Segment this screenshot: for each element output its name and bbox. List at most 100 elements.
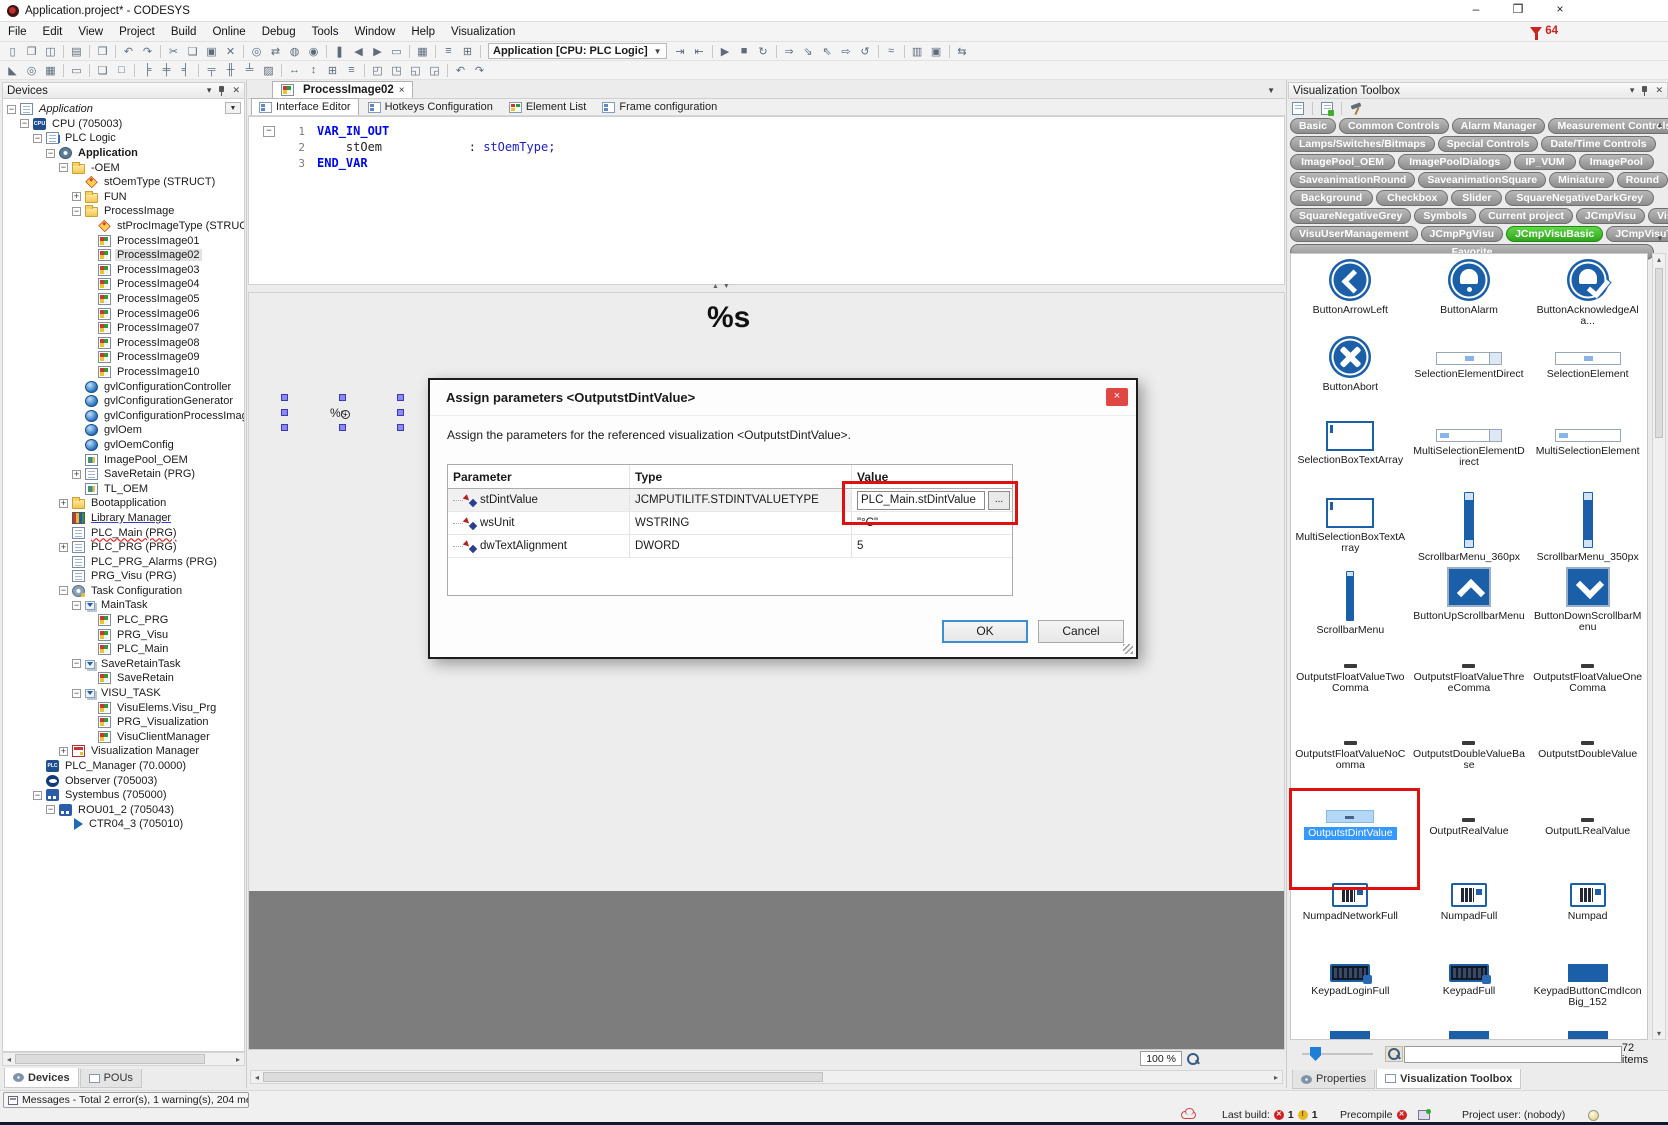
category-checkbox[interactable]: Checkbox bbox=[1376, 190, 1448, 206]
tree-item-observer-705003[interactable]: −Observer (705003) bbox=[3, 773, 244, 788]
tree-item-task-configuration[interactable]: −Task Configuration bbox=[3, 584, 244, 599]
scroll-left-icon[interactable]: ◂ bbox=[251, 1073, 263, 1082]
tree-item-processimage03[interactable]: −ProcessImage03 bbox=[3, 263, 244, 278]
scroll-right-icon[interactable]: ▸ bbox=[1270, 1073, 1282, 1082]
resize-handle[interactable] bbox=[281, 394, 288, 401]
project-settings-icon[interactable]: ❒ bbox=[93, 43, 112, 59]
tree-item-imagepool-oem[interactable]: −ImagePool_OEM bbox=[3, 452, 244, 467]
reset-icon[interactable]: ↺ bbox=[856, 43, 875, 59]
build-icon[interactable]: ▦ bbox=[413, 43, 432, 59]
start-icon[interactable]: ▶ bbox=[716, 43, 735, 59]
messages-summary[interactable]: Messages - Total 2 error(s), 1 warning(s… bbox=[3, 1092, 249, 1108]
tree-item-bootapplication[interactable]: +Bootapplication bbox=[3, 496, 244, 511]
tree-item-visuclientmanager[interactable]: −VisuClientManager bbox=[3, 730, 244, 745]
menu-tools[interactable]: Tools bbox=[304, 24, 347, 40]
spacing-horizontal-icon[interactable]: ↔ bbox=[285, 62, 304, 78]
bookmark-toggle-icon[interactable]: ❚ bbox=[330, 43, 349, 59]
save-project-icon[interactable]: ◫ bbox=[41, 43, 60, 59]
align-left-icon[interactable]: ╞ bbox=[138, 62, 157, 78]
scroll-left-icon[interactable]: ◂ bbox=[3, 1055, 15, 1064]
grid-settings-icon[interactable]: ⊞ bbox=[323, 62, 342, 78]
tree-filter-dropdown[interactable]: ▼ bbox=[225, 102, 241, 114]
resize-handle[interactable] bbox=[339, 394, 346, 401]
tree-item-plc-logic[interactable]: −PLC Logic bbox=[3, 131, 244, 146]
delete-icon[interactable]: ✕ bbox=[221, 43, 240, 59]
canvas-zoom-value[interactable]: 100 % bbox=[1140, 1051, 1182, 1066]
toolbox-item-scrollbarmenu-360px[interactable]: ScrollbarMenu_360px bbox=[1410, 485, 1529, 562]
category-imagepool-oem[interactable]: ImagePool_OEM bbox=[1290, 154, 1395, 170]
rotate-left-icon[interactable]: ↶ bbox=[451, 62, 470, 78]
tree-item-rou01-2-705043[interactable]: −ROU01_2 (705043) bbox=[3, 803, 244, 818]
bring-to-front-icon[interactable]: ◱ bbox=[406, 62, 425, 78]
panel-divider[interactable] bbox=[246, 80, 247, 1088]
scroll-up-icon[interactable]: ▴ bbox=[1653, 255, 1665, 264]
toolbox-item[interactable] bbox=[1291, 1024, 1410, 1040]
force-values-icon[interactable]: ≈ bbox=[882, 43, 901, 59]
category-ip-vum[interactable]: IP_VUM bbox=[1514, 154, 1575, 170]
tree-item-processimage01[interactable]: −ProcessImage01 bbox=[3, 233, 244, 248]
tab-visualization-toolbox[interactable]: Visualization Toolbox bbox=[1376, 1069, 1521, 1089]
maximize-button[interactable]: ❒ bbox=[1506, 2, 1530, 18]
cancel-button[interactable]: Cancel bbox=[1038, 620, 1124, 643]
tree-item-plc-prg[interactable]: −PLC_PRG bbox=[3, 613, 244, 628]
collapse-icon[interactable]: − bbox=[20, 119, 29, 128]
param-row-stdintvalue[interactable]: stDintValueJCMPUTILITF.STDINTVALUETYPEPL… bbox=[448, 489, 1012, 512]
tree-item-plc-prg-prg[interactable]: +PLC_PRG (PRG) bbox=[3, 540, 244, 555]
menu-view[interactable]: View bbox=[70, 24, 111, 40]
collapse-icon[interactable]: − bbox=[72, 659, 81, 668]
panel-menu-icon[interactable]: ▾ bbox=[207, 85, 212, 96]
undo-icon[interactable]: ↶ bbox=[119, 43, 138, 59]
group-icon[interactable]: ❏ bbox=[93, 62, 112, 78]
menu-visualization[interactable]: Visualization bbox=[443, 24, 523, 40]
tree-item-processimage05[interactable]: −ProcessImage05 bbox=[3, 292, 244, 307]
scroll-right-icon[interactable]: ▸ bbox=[232, 1055, 244, 1064]
category-basic[interactable]: Basic bbox=[1290, 118, 1336, 134]
category-visuusermanagement[interactable]: VisuUserManagement bbox=[1290, 226, 1418, 242]
ok-button[interactable]: OK bbox=[942, 620, 1028, 643]
find-icon[interactable]: ◎ bbox=[247, 43, 266, 59]
frame-element-icon[interactable]: ▭ bbox=[67, 62, 86, 78]
panel-close-icon[interactable]: ✕ bbox=[1655, 85, 1663, 96]
tree-item-application[interactable]: −Application bbox=[3, 146, 244, 161]
close-button[interactable]: × bbox=[1548, 2, 1572, 18]
collapse-icon[interactable]: − bbox=[59, 586, 68, 595]
category-jcmppgvisu[interactable]: JCmpPgVisu bbox=[1421, 226, 1504, 242]
collapse-icon[interactable]: − bbox=[72, 689, 81, 698]
expand-icon[interactable]: + bbox=[72, 192, 81, 201]
category-symbols[interactable]: Symbols bbox=[1414, 208, 1476, 224]
category-jcmpvisubasic[interactable]: JCmpVisuBasic bbox=[1506, 226, 1603, 242]
category-imagepool[interactable]: ImagePool bbox=[1579, 154, 1654, 170]
toolbox-item-outputstfloatvalueonecomma[interactable]: OutputstFloatValueOneComma bbox=[1528, 639, 1647, 716]
align-center-icon[interactable]: ╪ bbox=[157, 62, 176, 78]
tree-item-tl-oem[interactable]: −TL_OEM bbox=[3, 481, 244, 496]
menu-edit[interactable]: Edit bbox=[35, 24, 71, 40]
expand-icon[interactable]: + bbox=[59, 543, 68, 552]
param-row-dwtextalignment[interactable]: dwTextAlignmentDWORD5 bbox=[448, 535, 1012, 558]
toolbox-vertical-scrollbar[interactable]: ▴ ▾ bbox=[1652, 253, 1666, 1040]
toolbox-item-keypadloginfull[interactable]: KeypadLoginFull bbox=[1291, 947, 1410, 1024]
subtab-interface-editor[interactable]: Interface Editor bbox=[251, 98, 359, 115]
toolbox-item-scrollbarmenu-350px[interactable]: ScrollbarMenu_350px bbox=[1528, 485, 1647, 562]
bring-forward-icon[interactable]: ◰ bbox=[368, 62, 387, 78]
tree-item-processimage10[interactable]: −ProcessImage10 bbox=[3, 365, 244, 380]
zoom-tool-icon[interactable]: ◎ bbox=[22, 62, 41, 78]
toolbox-item-buttondownscrollbarmenu[interactable]: ButtonDownScrollbarMenu bbox=[1528, 562, 1647, 639]
expand-icon[interactable]: + bbox=[72, 470, 81, 479]
toolbox-item-outputstfloatvaluetwocomma[interactable]: OutputstFloatValueTwoComma bbox=[1291, 639, 1410, 716]
slider-thumb[interactable] bbox=[1310, 1047, 1321, 1061]
align-right-icon[interactable]: ╡ bbox=[176, 62, 195, 78]
sync-icon[interactable]: ⇆ bbox=[953, 43, 972, 59]
scrollbar-thumb[interactable] bbox=[15, 1054, 205, 1064]
toolbox-item-keypadbuttoncmdiconbig-152[interactable]: KeypadButtonCmdIconBig_152 bbox=[1528, 947, 1647, 1024]
tree-item-plc-main-prg[interactable]: −PLC_Main (PRG) bbox=[3, 525, 244, 540]
category-lamps-switches-bitmaps[interactable]: Lamps/Switches/Bitmaps bbox=[1290, 136, 1435, 152]
panel-menu-icon[interactable]: ▾ bbox=[1630, 85, 1635, 96]
step-into-icon[interactable]: ⇘ bbox=[799, 43, 818, 59]
background-image-icon[interactable]: ▨ bbox=[259, 62, 278, 78]
category-miniature[interactable]: Miniature bbox=[1549, 172, 1614, 188]
menu-window[interactable]: Window bbox=[346, 24, 403, 40]
tree-item-processimage07[interactable]: −ProcessImage07 bbox=[3, 321, 244, 336]
category-visudialogs[interactable]: VisuDialogs bbox=[1648, 208, 1668, 224]
resize-handle[interactable] bbox=[397, 424, 404, 431]
tree-item-fun[interactable]: +FUN bbox=[3, 190, 244, 205]
